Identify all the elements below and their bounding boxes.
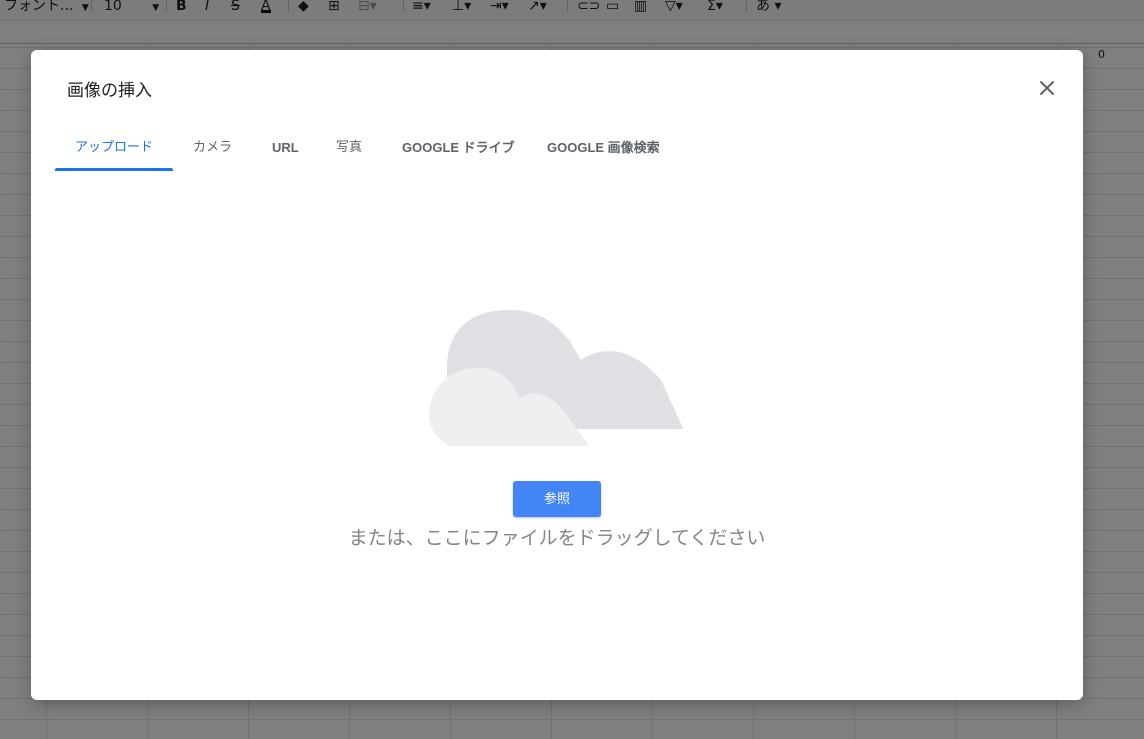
- cloud-illustration-icon: [429, 310, 683, 446]
- tab-upload[interactable]: アップロード: [55, 136, 173, 170]
- tab-label: アップロード: [74, 140, 153, 155]
- drop-zone-hint: または、ここにファイルをドラッグしてください: [348, 527, 766, 549]
- tab-google-drive[interactable]: GOOGLE ドライブ: [402, 136, 515, 170]
- tab-label: 写真: [336, 140, 363, 155]
- insert-image-dialog: 画像の挿入 アップロード カメラ URL 写真 GOOGLE ドライブ GOOG…: [31, 50, 1083, 700]
- dialog-title: 画像の挿入: [67, 81, 152, 101]
- tab-label: GOOGLE ドライブ: [402, 140, 515, 155]
- active-tab-indicator: [55, 168, 173, 171]
- tab-label: URL: [272, 140, 299, 155]
- close-button[interactable]: [1033, 74, 1061, 102]
- tab-photos[interactable]: 写真: [336, 136, 362, 170]
- close-icon: [1040, 81, 1054, 95]
- browse-button[interactable]: 参照: [513, 481, 601, 517]
- tab-url[interactable]: URL: [272, 136, 299, 170]
- tab-camera[interactable]: カメラ: [193, 136, 232, 170]
- tab-label: カメラ: [193, 140, 233, 155]
- tab-google-image-search[interactable]: GOOGLE 画像検索: [547, 136, 660, 170]
- tab-label: GOOGLE 画像検索: [547, 140, 660, 155]
